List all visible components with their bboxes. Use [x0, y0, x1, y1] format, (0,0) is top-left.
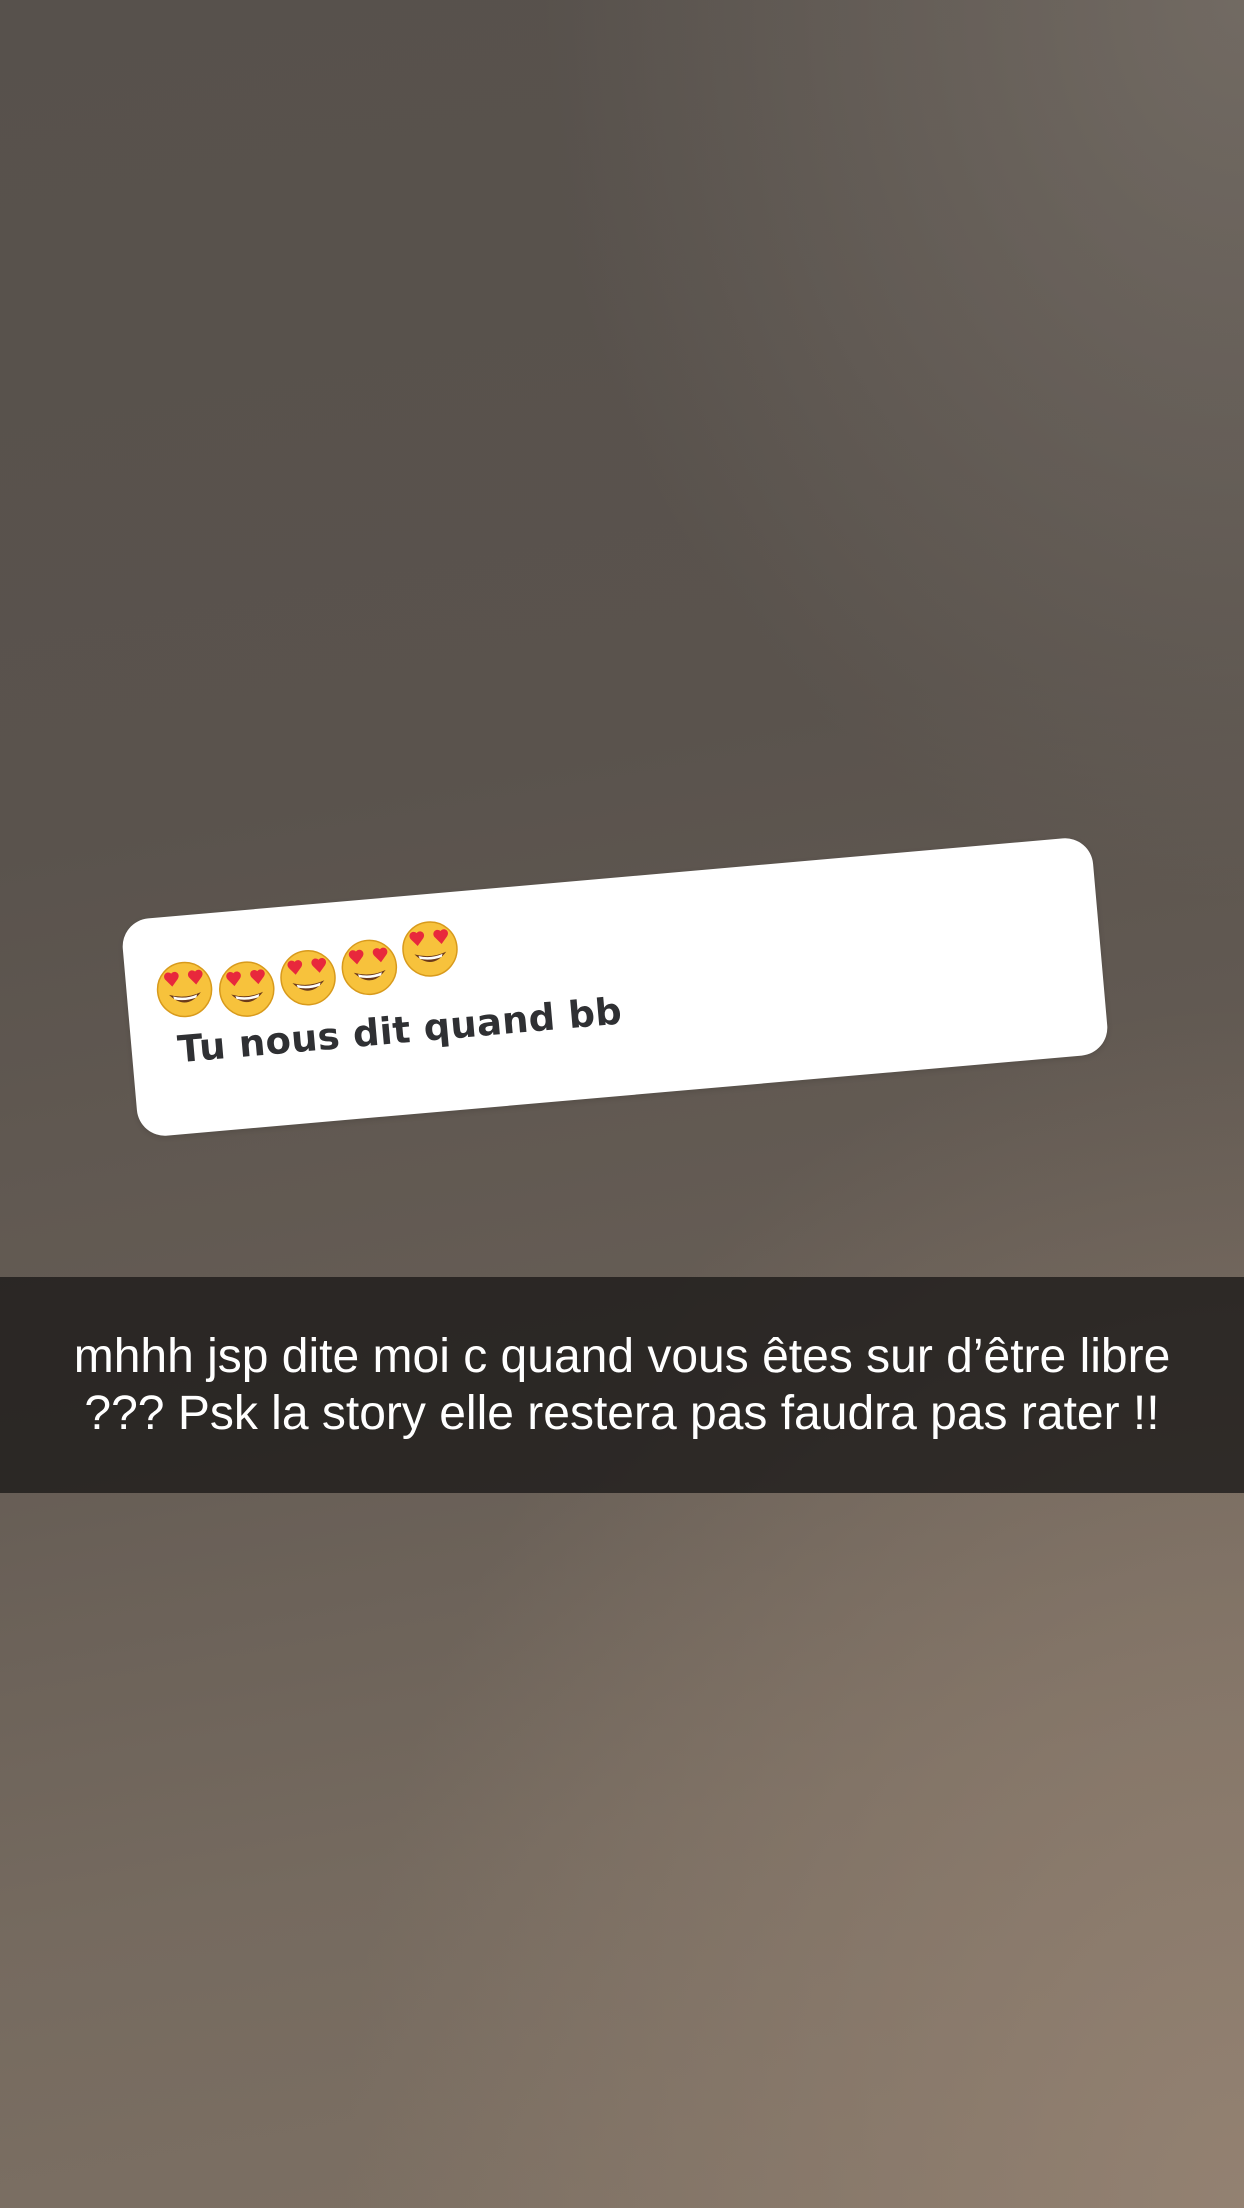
heart-eyes-emoji-icon	[214, 957, 279, 1022]
heart-eyes-emoji-icon	[276, 945, 341, 1010]
heart-eyes-emoji-icon	[337, 935, 402, 1000]
heart-eyes-emoji-icon	[152, 957, 217, 1022]
heart-eyes-emoji-icon	[397, 916, 462, 981]
caption-text: mhhh jsp dite moi c quand vous êtes sur …	[73, 1330, 1171, 1440]
caption-bar[interactable]: mhhh jsp dite moi c quand vous êtes sur …	[0, 1277, 1244, 1493]
